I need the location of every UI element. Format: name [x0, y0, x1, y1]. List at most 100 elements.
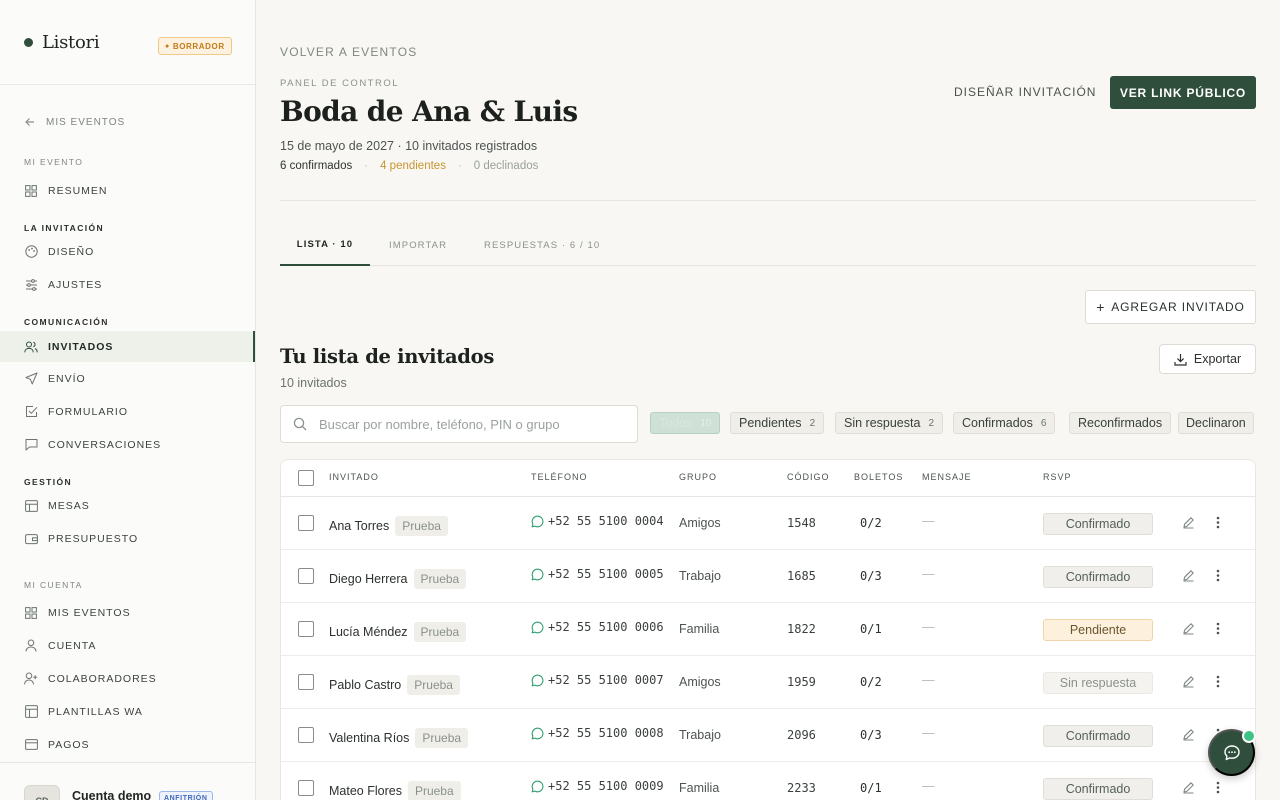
tab-lista[interactable]: LISTA · 10 [280, 225, 370, 266]
column-header[interactable]: RSVP [1043, 472, 1072, 482]
column-header[interactable]: CÓDIGO [787, 472, 830, 482]
filter-chip-sin-respuesta[interactable]: Sin respuesta 2 [835, 412, 943, 434]
sidebar-item-cuenta[interactable]: CUENTA [0, 630, 255, 661]
sidebar-item-colaboradores[interactable]: COLABORADORES [0, 663, 255, 694]
sidebar-item-conversaciones[interactable]: CONVERSACIONES [0, 429, 255, 460]
phone-cell: +52 55 5100 0009 [531, 779, 664, 793]
sidebar-item-pagos[interactable]: PAGOS [0, 729, 255, 760]
message-cell: — [922, 567, 935, 581]
sidebar-item-presupuesto[interactable]: PRESUPUESTO [0, 523, 255, 554]
table-row[interactable]: Lucía Méndez Prueba +52 55 5100 0006 Famili… [281, 603, 1255, 656]
edit-icon[interactable] [1182, 781, 1195, 794]
back-to-events-button[interactable]: VOLVER A EVENTOS [280, 45, 417, 59]
sidebar-item-label: RESUMEN [48, 184, 108, 197]
filter-chip-pendientes[interactable]: Pendientes 2 [730, 412, 825, 434]
table-row[interactable]: Pablo Castro Prueba +52 55 5100 0007 Amigos… [281, 656, 1255, 709]
filter-chip-label: Reconfirmados [1078, 416, 1163, 430]
guest-name[interactable]: Mateo Flores [329, 784, 402, 798]
sidebar-item-mesas[interactable]: MESAS [0, 490, 255, 521]
sidebar-item-ajustes[interactable]: AJUSTES [0, 269, 255, 300]
page-title: Boda de Ana & Luis [280, 95, 578, 128]
edit-icon[interactable] [1182, 675, 1195, 688]
more-options-icon[interactable] [1216, 516, 1220, 529]
more-options-icon[interactable] [1216, 622, 1220, 635]
draft-badge: ● BORRADOR [158, 37, 232, 55]
sidebar-item-label: COLABORADORES [48, 672, 157, 685]
section-comunicacion: COMUNICACIÓN [24, 317, 109, 327]
search-input[interactable] [319, 416, 619, 432]
tab-importar[interactable]: IMPORTAR [389, 225, 447, 265]
guest-list-title: Tu lista de invitados [280, 345, 495, 368]
sidebar-item-label: ENVÍO [48, 372, 86, 385]
arrow-left-icon [25, 118, 34, 126]
sidebar-item-envio[interactable]: ENVÍO [0, 363, 255, 394]
column-header[interactable]: GRUPO [679, 472, 717, 482]
whatsapp-icon [531, 780, 544, 793]
export-button[interactable]: Exportar [1159, 344, 1256, 374]
select-all-checkbox[interactable] [298, 470, 314, 486]
row-checkbox[interactable] [298, 674, 314, 690]
more-options-icon[interactable] [1216, 675, 1220, 688]
row-checkbox[interactable] [298, 780, 314, 796]
guest-name[interactable]: Ana Torres [329, 519, 389, 533]
tickets-cell: 0/2 [860, 675, 882, 689]
sidebar-item-invitados[interactable]: INVITADOS [0, 331, 255, 362]
filter-chip-confirmados[interactable]: Confirmados 6 [953, 412, 1056, 434]
guest-name[interactable]: Valentina Ríos [329, 731, 409, 745]
sidebar-item-label: PAGOS [48, 738, 90, 751]
edit-icon[interactable] [1182, 516, 1195, 529]
row-checkbox[interactable] [298, 568, 314, 584]
sidebar-item-diseno[interactable]: DISEÑO [0, 236, 255, 267]
users-icon [24, 340, 38, 354]
sidebar-item-resumen[interactable]: RESUMEN [0, 175, 255, 206]
design-invitation-button[interactable]: DISEÑAR INVITACIÓN [954, 85, 1096, 99]
edit-icon[interactable] [1182, 728, 1195, 741]
code-cell: 1822 [787, 622, 816, 636]
avatar: CD [24, 785, 60, 800]
row-checkbox[interactable] [298, 515, 314, 531]
separator-dot: · [457, 160, 462, 172]
table-row[interactable]: Ana Torres Prueba +52 55 5100 0004 Amigos 15… [281, 497, 1255, 550]
send-icon [24, 372, 38, 386]
row-checkbox[interactable] [298, 621, 314, 637]
filter-chip-label: Todos [659, 416, 693, 430]
more-options-icon[interactable] [1216, 781, 1220, 794]
guest-name[interactable]: Pablo Castro [329, 678, 401, 692]
filter-chip-declinaron[interactable]: Declinaron [1178, 412, 1254, 434]
download-icon [1174, 353, 1187, 366]
edit-icon[interactable] [1182, 569, 1195, 582]
guest-name-cell: Ana Torres Prueba [329, 516, 448, 536]
filter-chip-todos[interactable]: Todos 10 [650, 412, 721, 434]
guest-name[interactable]: Lucía Méndez [329, 625, 408, 639]
group-cell: Trabajo [679, 728, 721, 742]
back-to-events-link[interactable]: MIS EVENTOS [24, 116, 125, 128]
sidebar-item-label: AJUSTES [48, 278, 103, 291]
table-row[interactable]: Diego Herrera Prueba +52 55 5100 0005 Traba… [281, 550, 1255, 603]
guest-name-cell: Lucía Méndez Prueba [329, 622, 467, 642]
account-section[interactable]: CD Cuenta demo ANFITRIÓN [0, 762, 255, 800]
row-checkbox[interactable] [298, 727, 314, 743]
column-header[interactable]: MENSAJE [922, 472, 972, 482]
sidebar-item-plantillas-wa[interactable]: PLANTILLAS WA [0, 696, 255, 727]
add-guest-label: AGREGAR INVITADO [1111, 300, 1245, 314]
tab-respuestas[interactable]: RESPUESTAS · 6 / 10 [484, 225, 600, 265]
sliders-icon [24, 278, 38, 292]
add-guest-button[interactable]: + AGREGAR INVITADO [1085, 290, 1256, 324]
brand-name[interactable]: Listori [42, 32, 100, 53]
sidebar-item-label: PRESUPUESTO [48, 532, 139, 545]
plus-icon: + [1096, 299, 1106, 315]
filter-chip-reconfirmados[interactable]: Reconfirmados [1069, 412, 1172, 434]
table-row[interactable]: Mateo Flores Prueba +52 55 5100 0009 Famili… [281, 762, 1255, 800]
table-row[interactable]: Valentina Ríos Prueba +52 55 5100 0008 Trab… [281, 709, 1255, 762]
sidebar-item-formulario[interactable]: FORMULARIO [0, 396, 255, 427]
message-cell: — [922, 779, 935, 793]
filter-chip-label: Declinaron [1186, 416, 1246, 430]
column-header[interactable]: TELÉFONO [531, 472, 588, 482]
more-options-icon[interactable] [1216, 569, 1220, 582]
column-header[interactable]: INVITADO [329, 472, 379, 482]
edit-icon[interactable] [1182, 622, 1195, 635]
sidebar-item-mis-eventos[interactable]: MIS EVENTOS [0, 597, 255, 628]
view-public-link-button[interactable]: VER LINK PÚBLICO [1110, 76, 1256, 109]
guest-name[interactable]: Diego Herrera [329, 572, 408, 586]
column-header[interactable]: BOLETOS [854, 472, 903, 482]
